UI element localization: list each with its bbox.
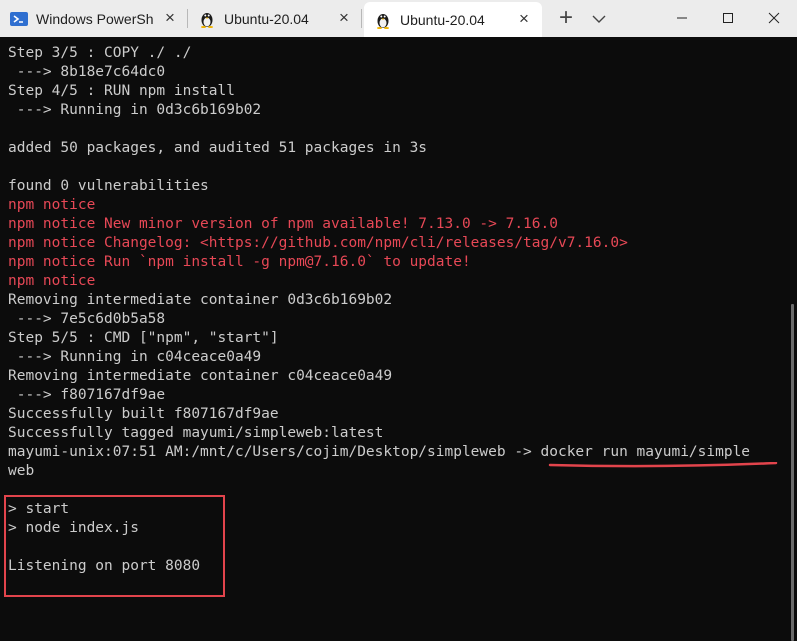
tab-bar: Windows PowerSh × Ubuntu-20.04 × Ubuntu-… bbox=[0, 0, 797, 38]
terminal-line: Step 3/5 : COPY ./ ./ bbox=[8, 45, 192, 61]
tab-close-button[interactable]: × bbox=[516, 10, 532, 27]
linux-tux-icon bbox=[198, 10, 216, 28]
terminal-line: npm notice Run `npm install -g npm@7.16.… bbox=[8, 254, 471, 270]
tab-close-button[interactable]: × bbox=[336, 9, 352, 26]
terminal-line: npm notice bbox=[8, 197, 96, 213]
annotation-highlight-box bbox=[4, 495, 225, 597]
terminal-line: added 50 packages, and audited 51 packag… bbox=[8, 140, 428, 156]
terminal-line: Removing intermediate container 0d3c6b16… bbox=[8, 292, 393, 308]
tab-label: Windows PowerSh bbox=[36, 10, 154, 27]
scrollbar-thumb[interactable] bbox=[791, 304, 794, 641]
minimize-button[interactable] bbox=[659, 0, 705, 37]
chevron-down-icon[interactable] bbox=[590, 11, 608, 27]
maximize-button[interactable] bbox=[705, 0, 751, 37]
linux-tux-icon bbox=[374, 11, 392, 29]
terminal-line: npm notice bbox=[8, 273, 96, 289]
new-tab-button[interactable]: + bbox=[555, 6, 577, 30]
powershell-icon bbox=[10, 10, 28, 28]
tab-label: Ubuntu-20.04 bbox=[224, 10, 309, 27]
terminal-line: ---> Running in c04ceace0a49 bbox=[8, 349, 262, 365]
terminal-line: Removing intermediate container c04ceace… bbox=[8, 368, 393, 384]
terminal-line: Successfully built f807167df9ae bbox=[8, 406, 279, 422]
terminal-line: npm notice New minor version of npm avai… bbox=[8, 216, 558, 232]
maximize-icon bbox=[722, 9, 734, 28]
terminal-line: found 0 vulnerabilities bbox=[8, 178, 209, 194]
terminal-line: Step 4/5 : RUN npm install bbox=[8, 83, 235, 99]
terminal-line: ---> 7e5c6d0b5a58 bbox=[8, 311, 166, 327]
terminal-line: mayumi-unix:07:51 AM:/mnt/c/Users/cojim/… bbox=[8, 444, 751, 460]
terminal-line: ---> 8b18e7c64dc0 bbox=[8, 64, 166, 80]
close-icon bbox=[768, 9, 780, 28]
terminal-line: ---> f807167df9ae bbox=[8, 387, 166, 403]
terminal-output[interactable]: Step 3/5 : COPY ./ ./ ---> 8b18e7c64dc0 S… bbox=[0, 37, 797, 641]
tab-windows-powershell[interactable]: Windows PowerSh × bbox=[0, 0, 188, 37]
terminal-line: npm notice Changelog: <https://github.co… bbox=[8, 235, 628, 251]
annotation-underline bbox=[548, 462, 778, 468]
tab-close-button[interactable]: × bbox=[162, 9, 178, 26]
close-window-button[interactable] bbox=[751, 0, 797, 37]
tab-label: Ubuntu-20.04 bbox=[400, 11, 485, 28]
tab-ubuntu-1[interactable]: Ubuntu-20.04 × bbox=[188, 0, 362, 37]
terminal-line: Successfully tagged mayumi/simpleweb:lat… bbox=[8, 425, 384, 441]
terminal-line: ---> Running in 0d3c6b169b02 bbox=[8, 102, 262, 118]
tab-ubuntu-2-active[interactable]: Ubuntu-20.04 × bbox=[364, 2, 542, 37]
minimize-icon bbox=[676, 9, 688, 28]
terminal-line: Step 5/5 : CMD ["npm", "start"] bbox=[8, 330, 279, 346]
